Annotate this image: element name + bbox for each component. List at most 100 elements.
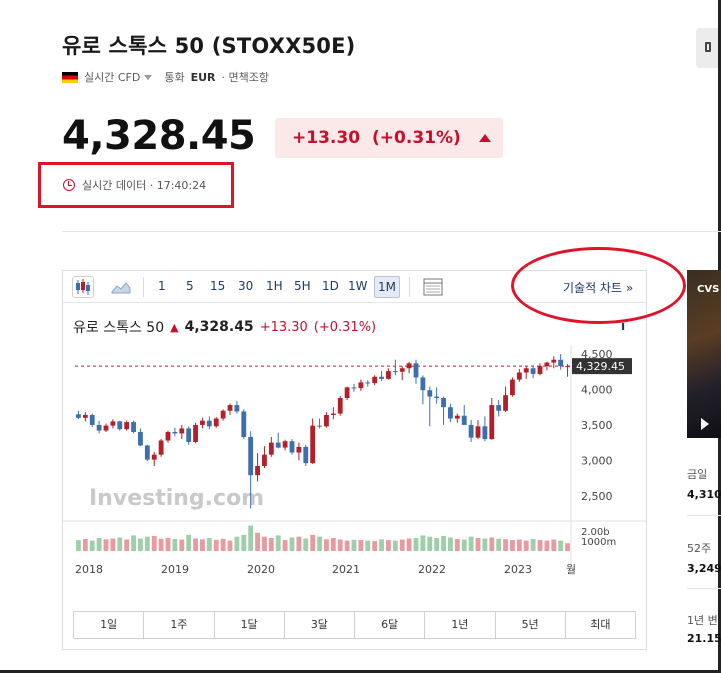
- volume-bar: [179, 539, 185, 551]
- volume-bar: [200, 539, 205, 551]
- period-30[interactable]: 30: [238, 279, 253, 293]
- instrument-meta: 실시간 CFD 통화 EUR · 면책조항: [62, 69, 269, 85]
- page-title: 유로 스톡스 50 (STOXX50E): [62, 34, 356, 58]
- period-1d[interactable]: 1D: [322, 279, 339, 293]
- candle-body: [565, 366, 570, 368]
- candle-body: [165, 432, 171, 441]
- volume-bar: [289, 537, 295, 551]
- candle-body: [510, 379, 515, 396]
- period-1[interactable]: 1: [158, 279, 166, 293]
- range-6m[interactable]: 6달: [355, 612, 426, 638]
- candle-body: [448, 407, 453, 419]
- candle-body: [96, 424, 102, 431]
- period-5[interactable]: 5: [186, 279, 194, 293]
- candle-body: [220, 410, 226, 419]
- volume-bar: [365, 540, 371, 551]
- news-thumbnail[interactable]: CVS: [687, 270, 721, 438]
- volume-bar: [262, 536, 267, 551]
- period-1w[interactable]: 1W: [348, 279, 368, 293]
- candle-body: [372, 376, 378, 384]
- stat-value: 3,249: [687, 562, 721, 575]
- candle-body: [386, 371, 391, 379]
- candle-body: [427, 390, 433, 397]
- volume-bar: [234, 536, 240, 551]
- candle-body: [275, 442, 281, 448]
- volume-bar: [496, 538, 502, 551]
- volume-bar: [406, 538, 412, 551]
- chevron-down-icon[interactable]: [144, 74, 153, 80]
- candle-body: [172, 432, 178, 434]
- period-1h[interactable]: 1H: [266, 279, 283, 293]
- candle-body: [392, 371, 398, 373]
- period-15[interactable]: 15: [210, 279, 225, 293]
- range-3m[interactable]: 3달: [285, 612, 355, 638]
- candle-body: [523, 368, 529, 373]
- play-icon[interactable]: [701, 418, 709, 430]
- germany-flag-icon: [62, 71, 78, 83]
- candlestick-chart[interactable]: Investing.com4,5004,0003,5003,0002,5002.…: [63, 345, 646, 609]
- volume-bar: [441, 535, 446, 551]
- candle-body: [475, 426, 481, 438]
- candle-body: [179, 428, 185, 434]
- area-chart-icon[interactable]: [110, 276, 132, 298]
- candle-body: [76, 414, 81, 418]
- candle-body: [337, 398, 343, 414]
- candle-body: [213, 418, 219, 427]
- volume-bar: [482, 538, 488, 551]
- range-selector: 1일 1주 1달 3달 6달 1년 5년 최대: [73, 611, 636, 639]
- table-view-icon[interactable]: [422, 276, 444, 298]
- candle-body: [413, 363, 419, 378]
- candle-body: [324, 415, 329, 427]
- candle-body: [158, 440, 164, 455]
- candle-body: [296, 446, 302, 453]
- candle-body: [558, 359, 564, 367]
- candle-body: [351, 387, 357, 389]
- watchlist-button[interactable]: [696, 28, 718, 68]
- stat-value: 21.15: [687, 632, 721, 645]
- volume-bar: [454, 539, 460, 551]
- x-tick-label: 2020: [247, 563, 275, 576]
- volume-bar: [461, 539, 467, 551]
- candle-body: [289, 441, 295, 453]
- volume-bar: [386, 540, 391, 551]
- range-5y[interactable]: 5년: [496, 612, 566, 638]
- range-max[interactable]: 최대: [566, 612, 635, 638]
- candle-body: [551, 359, 557, 363]
- period-1m[interactable]: 1M: [374, 276, 400, 298]
- volume-bar: [413, 538, 419, 551]
- volume-bar: [303, 538, 309, 551]
- candlestick-icon[interactable]: [72, 276, 94, 298]
- candle-body: [206, 420, 212, 427]
- candle-body: [489, 405, 495, 440]
- range-1w[interactable]: 1주: [144, 612, 215, 638]
- toolbar-separator: [143, 277, 144, 297]
- range-1y[interactable]: 1년: [425, 612, 496, 638]
- period-5h[interactable]: 5H: [294, 279, 311, 293]
- candle-body: [344, 387, 350, 398]
- volume-bar: [255, 532, 260, 551]
- candle-body: [303, 446, 309, 464]
- candle-body: [503, 395, 508, 411]
- currency-label: 통화: [164, 71, 185, 84]
- disclaimer-link[interactable]: · 면책조항: [222, 69, 269, 85]
- volume-bar: [131, 535, 136, 551]
- volume-bar: [448, 537, 453, 551]
- candle-body: [117, 421, 123, 430]
- volume-bar: [516, 539, 522, 551]
- candle-body: [200, 420, 205, 425]
- volume-bar: [351, 539, 357, 551]
- candle-body: [468, 424, 474, 438]
- y-tick-label: 3,500: [581, 419, 613, 432]
- candle-body: [330, 413, 336, 415]
- volume-bar: [110, 538, 116, 551]
- volume-bar: [358, 540, 364, 551]
- candle-body: [282, 441, 288, 448]
- volume-bar: [344, 540, 350, 551]
- candle-body: [317, 425, 322, 427]
- volume-bar: [510, 540, 515, 551]
- range-1m[interactable]: 1달: [215, 612, 285, 638]
- annotation-circle: [511, 247, 686, 324]
- candle-body: [234, 405, 240, 412]
- range-1d[interactable]: 1일: [74, 612, 145, 638]
- y-tick-label: 3,000: [581, 454, 613, 467]
